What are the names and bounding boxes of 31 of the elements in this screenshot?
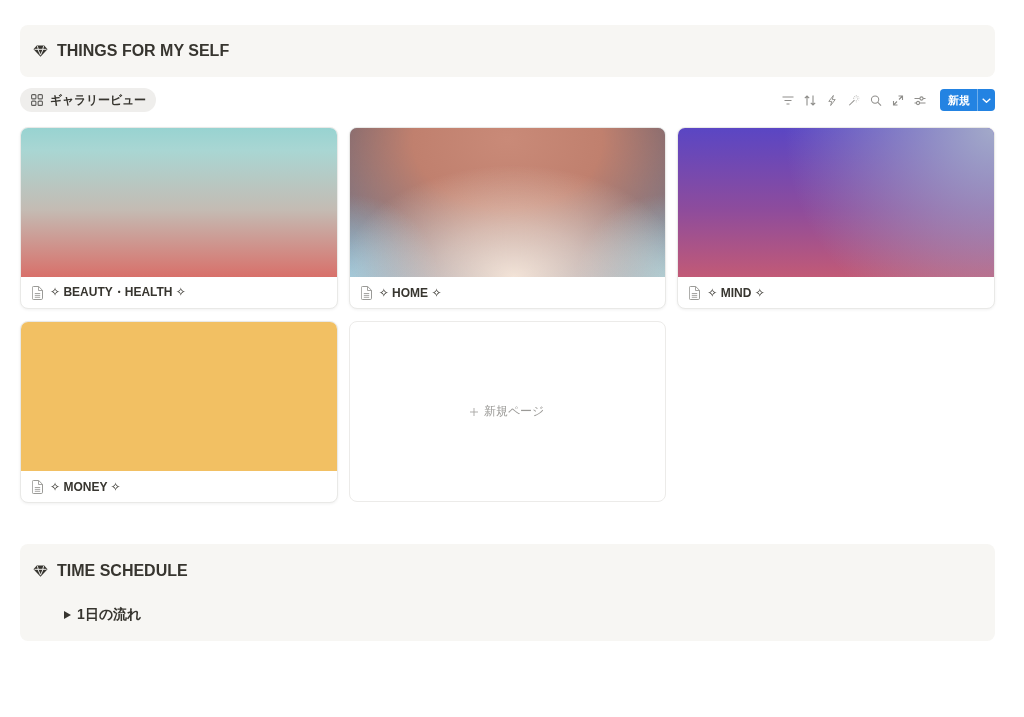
gallery-card[interactable]: ✧ MIND ✧ — [677, 127, 995, 309]
plus-icon — [470, 407, 479, 416]
toggle-label: 1日の流れ — [77, 606, 141, 624]
document-icon — [689, 285, 701, 300]
card-title: ✧ BEAUTY・HEALTH ✧ — [50, 284, 186, 301]
chevron-down-icon — [982, 97, 991, 103]
filter-icon[interactable] — [782, 94, 794, 106]
view-tab[interactable]: ギャラリービュー — [20, 88, 156, 112]
gallery-card[interactable]: ✧ MONEY ✧ — [20, 321, 338, 503]
sort-icon[interactable] — [804, 94, 816, 106]
card-title: ✧ HOME ✧ — [378, 285, 442, 300]
magic-wand-icon[interactable] — [848, 94, 860, 106]
new-button[interactable]: 新規 — [940, 89, 977, 111]
gem-icon — [33, 45, 48, 57]
card-title: ✧ MIND ✧ — [707, 285, 765, 300]
expand-icon[interactable] — [892, 94, 904, 106]
section-title: THINGS FOR MY SELF — [57, 42, 230, 60]
card-title: ✧ MONEY ✧ — [50, 479, 121, 494]
grid-icon — [31, 94, 43, 106]
gallery-card[interactable]: ✧ BEAUTY・HEALTH ✧ — [20, 127, 338, 309]
dropdown-button[interactable] — [977, 89, 995, 111]
gallery-card[interactable]: ✧ HOME ✧ — [348, 127, 667, 309]
section-title: TIME SCHEDULE — [57, 562, 188, 580]
document-icon — [360, 285, 372, 300]
sliders-icon[interactable] — [914, 94, 926, 106]
document-icon — [32, 479, 43, 494]
triangle-icon[interactable] — [64, 611, 71, 619]
document-icon — [32, 285, 43, 300]
gem-icon — [33, 565, 48, 577]
search-icon[interactable] — [870, 94, 882, 106]
lightning-icon[interactable] — [826, 94, 838, 106]
